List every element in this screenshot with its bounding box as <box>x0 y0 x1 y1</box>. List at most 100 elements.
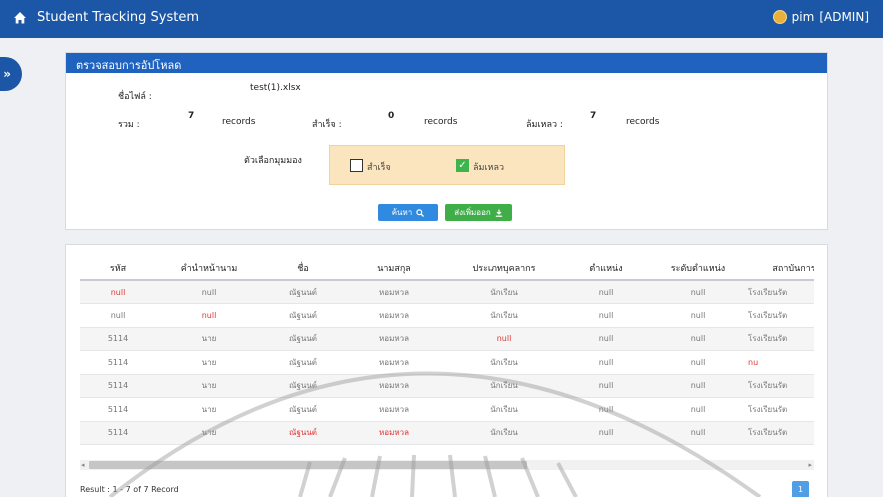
total-label: รวม : <box>118 120 140 130</box>
app-title[interactable]: Student Tracking System <box>37 10 199 25</box>
results-table: รหัส คำนำหน้านาม ชื่อ นามสกุล ประเภทบุคลากรต… <box>80 256 814 445</box>
table-cell: null <box>648 303 748 328</box>
table-cell: โรงเรียนรัต <box>748 397 814 422</box>
view-options-box: สำเร็จ ✓ ล้มเหลว <box>329 145 565 185</box>
table-row[interactable]: null null ณัฐนนต์ หอมหวล นักเรียน null null โรง… <box>80 303 814 328</box>
table-cell: null <box>564 303 648 328</box>
user-role: [ADMIN] <box>819 10 869 24</box>
failed-value: 7 <box>590 111 597 121</box>
result-summary: Result : 1 - 7 of 7 Record <box>80 485 179 494</box>
table-cell: หอมหวล <box>344 397 444 422</box>
failed-checkbox[interactable]: ✓ <box>456 159 469 172</box>
table-cell: null <box>648 280 748 304</box>
table-cell: ณัฐนนต์ <box>262 421 344 445</box>
table-cell: null <box>156 280 262 304</box>
table-cell: นาย <box>156 350 262 375</box>
export-button-label: ส่งเพิ่มออก <box>454 208 491 217</box>
success-checkbox[interactable] <box>350 159 363 172</box>
table-cell: 5114 <box>80 397 156 422</box>
table-cell: โรงเรียนรัต <box>748 327 814 351</box>
search-icon <box>416 208 425 217</box>
filename-value: test(1).xlsx <box>250 83 301 93</box>
table-cell: นักเรียน <box>444 350 564 375</box>
table-cell: นาย <box>156 421 262 445</box>
chevron-right-icon: » <box>3 67 11 81</box>
table-cell: นาย <box>156 327 262 351</box>
column-header[interactable]: ระดับตำแหน่ง <box>648 256 748 281</box>
table-cell: null <box>444 327 564 351</box>
table-cell: นักเรียน <box>444 397 564 422</box>
search-button[interactable]: ค้นหา <box>378 204 438 221</box>
table-cell: หอมหวล <box>344 374 444 398</box>
column-header[interactable]: นามสกุล <box>344 256 444 281</box>
table-cell: null <box>648 397 748 422</box>
success-records-unit: records <box>424 117 458 127</box>
table-cell: null <box>648 350 748 375</box>
table-cell: null <box>156 303 262 328</box>
scroll-left-arrow-icon[interactable]: ◂ <box>81 460 85 470</box>
success-label: สำเร็จ : <box>312 120 342 130</box>
table-cell: ณัฐนนต์ <box>262 350 344 375</box>
sidebar-toggle-button[interactable]: » <box>0 57 22 91</box>
user-name: pim <box>791 10 815 24</box>
table-cell: หอมหวล <box>344 350 444 375</box>
table-cell: null <box>648 374 748 398</box>
table-cell: null <box>80 303 156 328</box>
table-cell: หอมหวล <box>344 303 444 328</box>
scrollbar-thumb[interactable] <box>89 461 527 469</box>
table-cell: นักเรียน <box>444 421 564 445</box>
table-cell: 5114 <box>80 374 156 398</box>
table-cell: null <box>564 374 648 398</box>
success-option-label[interactable]: สำเร็จ <box>367 160 391 174</box>
home-icon[interactable] <box>13 11 27 25</box>
failed-option-label[interactable]: ล้มเหลว <box>473 160 504 174</box>
user-avatar-icon <box>772 10 787 24</box>
table-row[interactable]: 5114 นาย ณัฐนนต์ หอมหวล นักเรียน null null โรงเ… <box>80 397 814 422</box>
table-cell: นักเรียน <box>444 280 564 304</box>
table-cell: null <box>564 350 648 375</box>
column-header[interactable]: ประเภทบุคลากร <box>444 256 564 281</box>
results-table-container[interactable]: รหัส คำนำหน้านาม ชื่อ นามสกุล ประเภทบุคลากรต… <box>80 256 814 456</box>
table-row[interactable]: 5114 นาย ณัฐนนต์ หอมหวล นักเรียน null null โรงเ… <box>80 374 814 398</box>
column-header[interactable]: รหัส <box>80 256 156 281</box>
column-header[interactable]: สถาบันการ <box>748 256 814 281</box>
table-cell: นาย <box>156 374 262 398</box>
table-cell: นาย <box>156 397 262 422</box>
table-cell: หอมหวล <box>344 280 444 304</box>
table-cell: ณัฐนนต์ <box>262 397 344 422</box>
column-header[interactable]: ตำแหน่ง <box>564 256 648 281</box>
table-cell: null <box>80 280 156 304</box>
failed-records-unit: records <box>626 117 660 127</box>
user-menu[interactable]: pim [ADMIN] <box>772 10 869 24</box>
table-cell: 5114 <box>80 421 156 445</box>
column-header[interactable]: คำนำหน้านาม <box>156 256 262 281</box>
table-cell: ณัฐนนต์ <box>262 280 344 304</box>
pagination-page-button[interactable]: 1 <box>792 481 809 497</box>
table-cell: null <box>564 421 648 445</box>
column-header[interactable]: ชื่อ <box>262 256 344 281</box>
table-header-row: รหัส คำนำหน้านาม ชื่อ นามสกุล ประเภทบุคลากรต… <box>80 256 814 281</box>
table-row[interactable]: 5114 นาย ณัฐนนต์ หอมหวล นักเรียน null null nu <box>80 350 814 375</box>
results-panel: รหัส คำนำหน้านาม ชื่อ นามสกุล ประเภทบุคลากรต… <box>65 244 828 497</box>
table-cell: โรงเรียนรัต <box>748 374 814 398</box>
table-cell: 5114 <box>80 327 156 351</box>
table-cell: หอมหวล <box>344 327 444 351</box>
horizontal-scrollbar[interactable]: ◂ ▸ <box>80 460 814 470</box>
table-cell: 5114 <box>80 350 156 375</box>
scroll-right-arrow-icon[interactable]: ▸ <box>808 460 812 470</box>
total-value: 7 <box>188 111 195 121</box>
table-row[interactable]: 5114 นาย ณัฐนนต์ หอมหวล นักเรียน null null โรงเ… <box>80 421 814 445</box>
table-cell: โรงเรียนรัต <box>748 421 814 445</box>
failed-label: ล้มเหลว : <box>526 120 563 130</box>
table-cell: ณัฐนนต์ <box>262 374 344 398</box>
download-icon <box>495 209 502 217</box>
table-row[interactable]: 5114 นาย ณัฐนนต์ หอมหวล null null null โรงเรียน… <box>80 327 814 351</box>
table-cell: นักเรียน <box>444 374 564 398</box>
view-options-label: ตัวเลือกมุมมอง <box>244 156 302 166</box>
table-row[interactable]: null null ณัฐนนต์ หอมหวล นักเรียน null null โรง… <box>80 280 814 304</box>
table-cell: null <box>564 397 648 422</box>
export-button[interactable]: ส่งเพิ่มออก <box>445 204 512 221</box>
success-value: 0 <box>388 111 395 121</box>
table-cell: null <box>564 327 648 351</box>
top-navbar: Student Tracking System pim [ADMIN] <box>0 0 883 38</box>
